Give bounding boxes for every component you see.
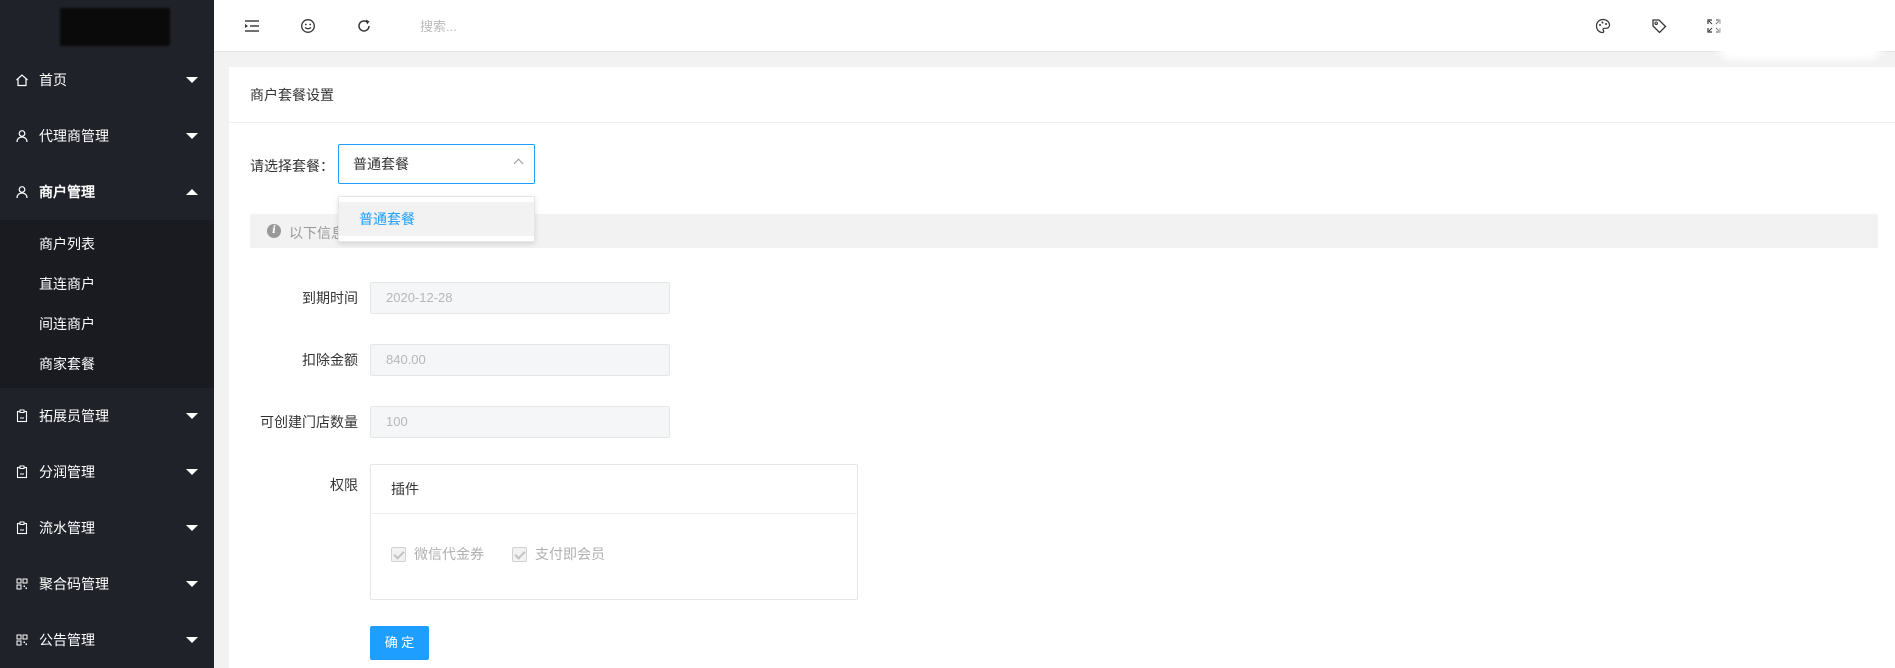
expiry-field[interactable]: 2020-12-28	[370, 282, 670, 314]
plugin-header: 插件	[371, 465, 857, 514]
chevron-up-icon	[513, 158, 524, 169]
submenu-item-direct-merchants[interactable]: 直连商户	[0, 264, 214, 304]
permission-panel: 插件 微信代金券 支付即会员	[370, 464, 858, 600]
top-header	[214, 0, 1895, 54]
sidebar-item-label: 首页	[39, 72, 67, 88]
user-icon	[14, 184, 30, 200]
sidebar-item-profit-sharing[interactable]: 分润管理	[0, 444, 214, 500]
sidebar-item-label: 公告管理	[39, 632, 95, 648]
info-icon: i	[267, 224, 281, 238]
checkbox-wechat-voucher[interactable]: 微信代金券	[391, 544, 484, 564]
fullscreen-icon[interactable]	[1704, 16, 1724, 36]
info-tip-text: 以下信息	[289, 225, 345, 241]
dropdown-option[interactable]: 普通套餐	[339, 202, 534, 236]
package-select-label: 请选择套餐：	[250, 158, 334, 174]
submenu-item-merchant-packages[interactable]: 商家套餐	[0, 344, 214, 384]
checkbox-icon	[391, 546, 406, 562]
deduct-amount-label: 扣除金额	[302, 352, 358, 368]
package-select-row: 请选择套餐：	[250, 156, 334, 176]
chevron-down-icon	[186, 469, 198, 475]
home-icon	[14, 72, 30, 88]
clipboard-icon	[14, 408, 30, 424]
expiry-label: 到期时间	[302, 290, 358, 306]
chevron-down-icon	[186, 525, 198, 531]
package-select[interactable]: 普通套餐	[338, 144, 535, 184]
store-count-field[interactable]: 100	[370, 406, 670, 438]
checkbox-label: 微信代金券	[414, 546, 484, 562]
sidebar-item-promoters[interactable]: 拓展员管理	[0, 388, 214, 444]
chevron-down-icon	[186, 413, 198, 419]
search-input[interactable]	[420, 15, 720, 37]
sidebar-item-label: 分润管理	[39, 464, 95, 480]
package-select-value: 普通套餐	[353, 156, 409, 172]
chevron-down-icon	[186, 77, 198, 83]
clipboard-icon	[14, 464, 30, 480]
emoji-icon[interactable]	[298, 16, 318, 36]
sidebar-item-label: 流水管理	[39, 520, 95, 536]
sidebar-item-label: 拓展员管理	[39, 408, 109, 424]
user-menu-redacted[interactable]	[1725, 14, 1875, 54]
package-dropdown: 普通套餐	[338, 196, 535, 242]
submenu-item-merchant-list[interactable]: 商户列表	[0, 224, 214, 264]
sidebar-item-agents[interactable]: 代理商管理	[0, 108, 214, 164]
checkbox-label: 支付即会员	[535, 546, 605, 562]
chevron-down-icon	[186, 133, 198, 139]
perm-row: 权限	[250, 475, 358, 495]
sidebar-item-home[interactable]: 首页	[0, 52, 214, 108]
logo	[0, 0, 214, 52]
sidebar-item-label: 聚合码管理	[39, 576, 109, 592]
field-row: 可创建门店数量	[250, 412, 358, 432]
qrcode-icon	[14, 576, 30, 592]
logo-redacted	[60, 8, 170, 46]
tag-icon[interactable]	[1649, 16, 1669, 36]
sidebar-item-announcements[interactable]: 公告管理	[0, 612, 214, 668]
sidebar-item-label: 代理商管理	[39, 128, 109, 144]
qrcode-icon	[14, 632, 30, 648]
submenu-item-indirect-merchants[interactable]: 间连商户	[0, 304, 214, 344]
deduct-amount-field[interactable]: 840.00	[370, 344, 670, 376]
sidebar-item-label: 商户管理	[39, 184, 95, 200]
confirm-button[interactable]: 确 定	[370, 626, 429, 660]
checkbox-icon	[512, 546, 527, 562]
merchant-submenu: 商户列表 直连商户 间连商户 商家套餐	[0, 220, 214, 388]
field-row: 到期时间	[250, 288, 358, 308]
field-row: 扣除金额	[250, 350, 358, 370]
checkbox-pay-membership[interactable]: 支付即会员	[512, 544, 605, 564]
sidebar-item-transactions[interactable]: 流水管理	[0, 500, 214, 556]
sidebar: 首页 代理商管理 商户管理 商户列表 直连商户 间连商户 商家套餐 拓展员管理 …	[0, 0, 214, 668]
palette-icon[interactable]	[1593, 16, 1613, 36]
menu-fold-icon[interactable]	[242, 16, 262, 36]
sidebar-item-aggregate-codes[interactable]: 聚合码管理	[0, 556, 214, 612]
sidebar-item-merchants[interactable]: 商户管理	[0, 164, 214, 220]
chevron-down-icon	[186, 581, 198, 587]
permission-label: 权限	[330, 477, 358, 493]
refresh-icon[interactable]	[354, 16, 374, 36]
clipboard-icon	[14, 520, 30, 536]
user-icon	[14, 128, 30, 144]
plugin-options: 微信代金券 支付即会员	[371, 514, 857, 564]
chevron-down-icon	[186, 637, 198, 643]
chevron-up-icon	[186, 189, 198, 195]
page-title: 商户套餐设置	[229, 67, 1895, 123]
store-count-label: 可创建门店数量	[260, 414, 358, 430]
